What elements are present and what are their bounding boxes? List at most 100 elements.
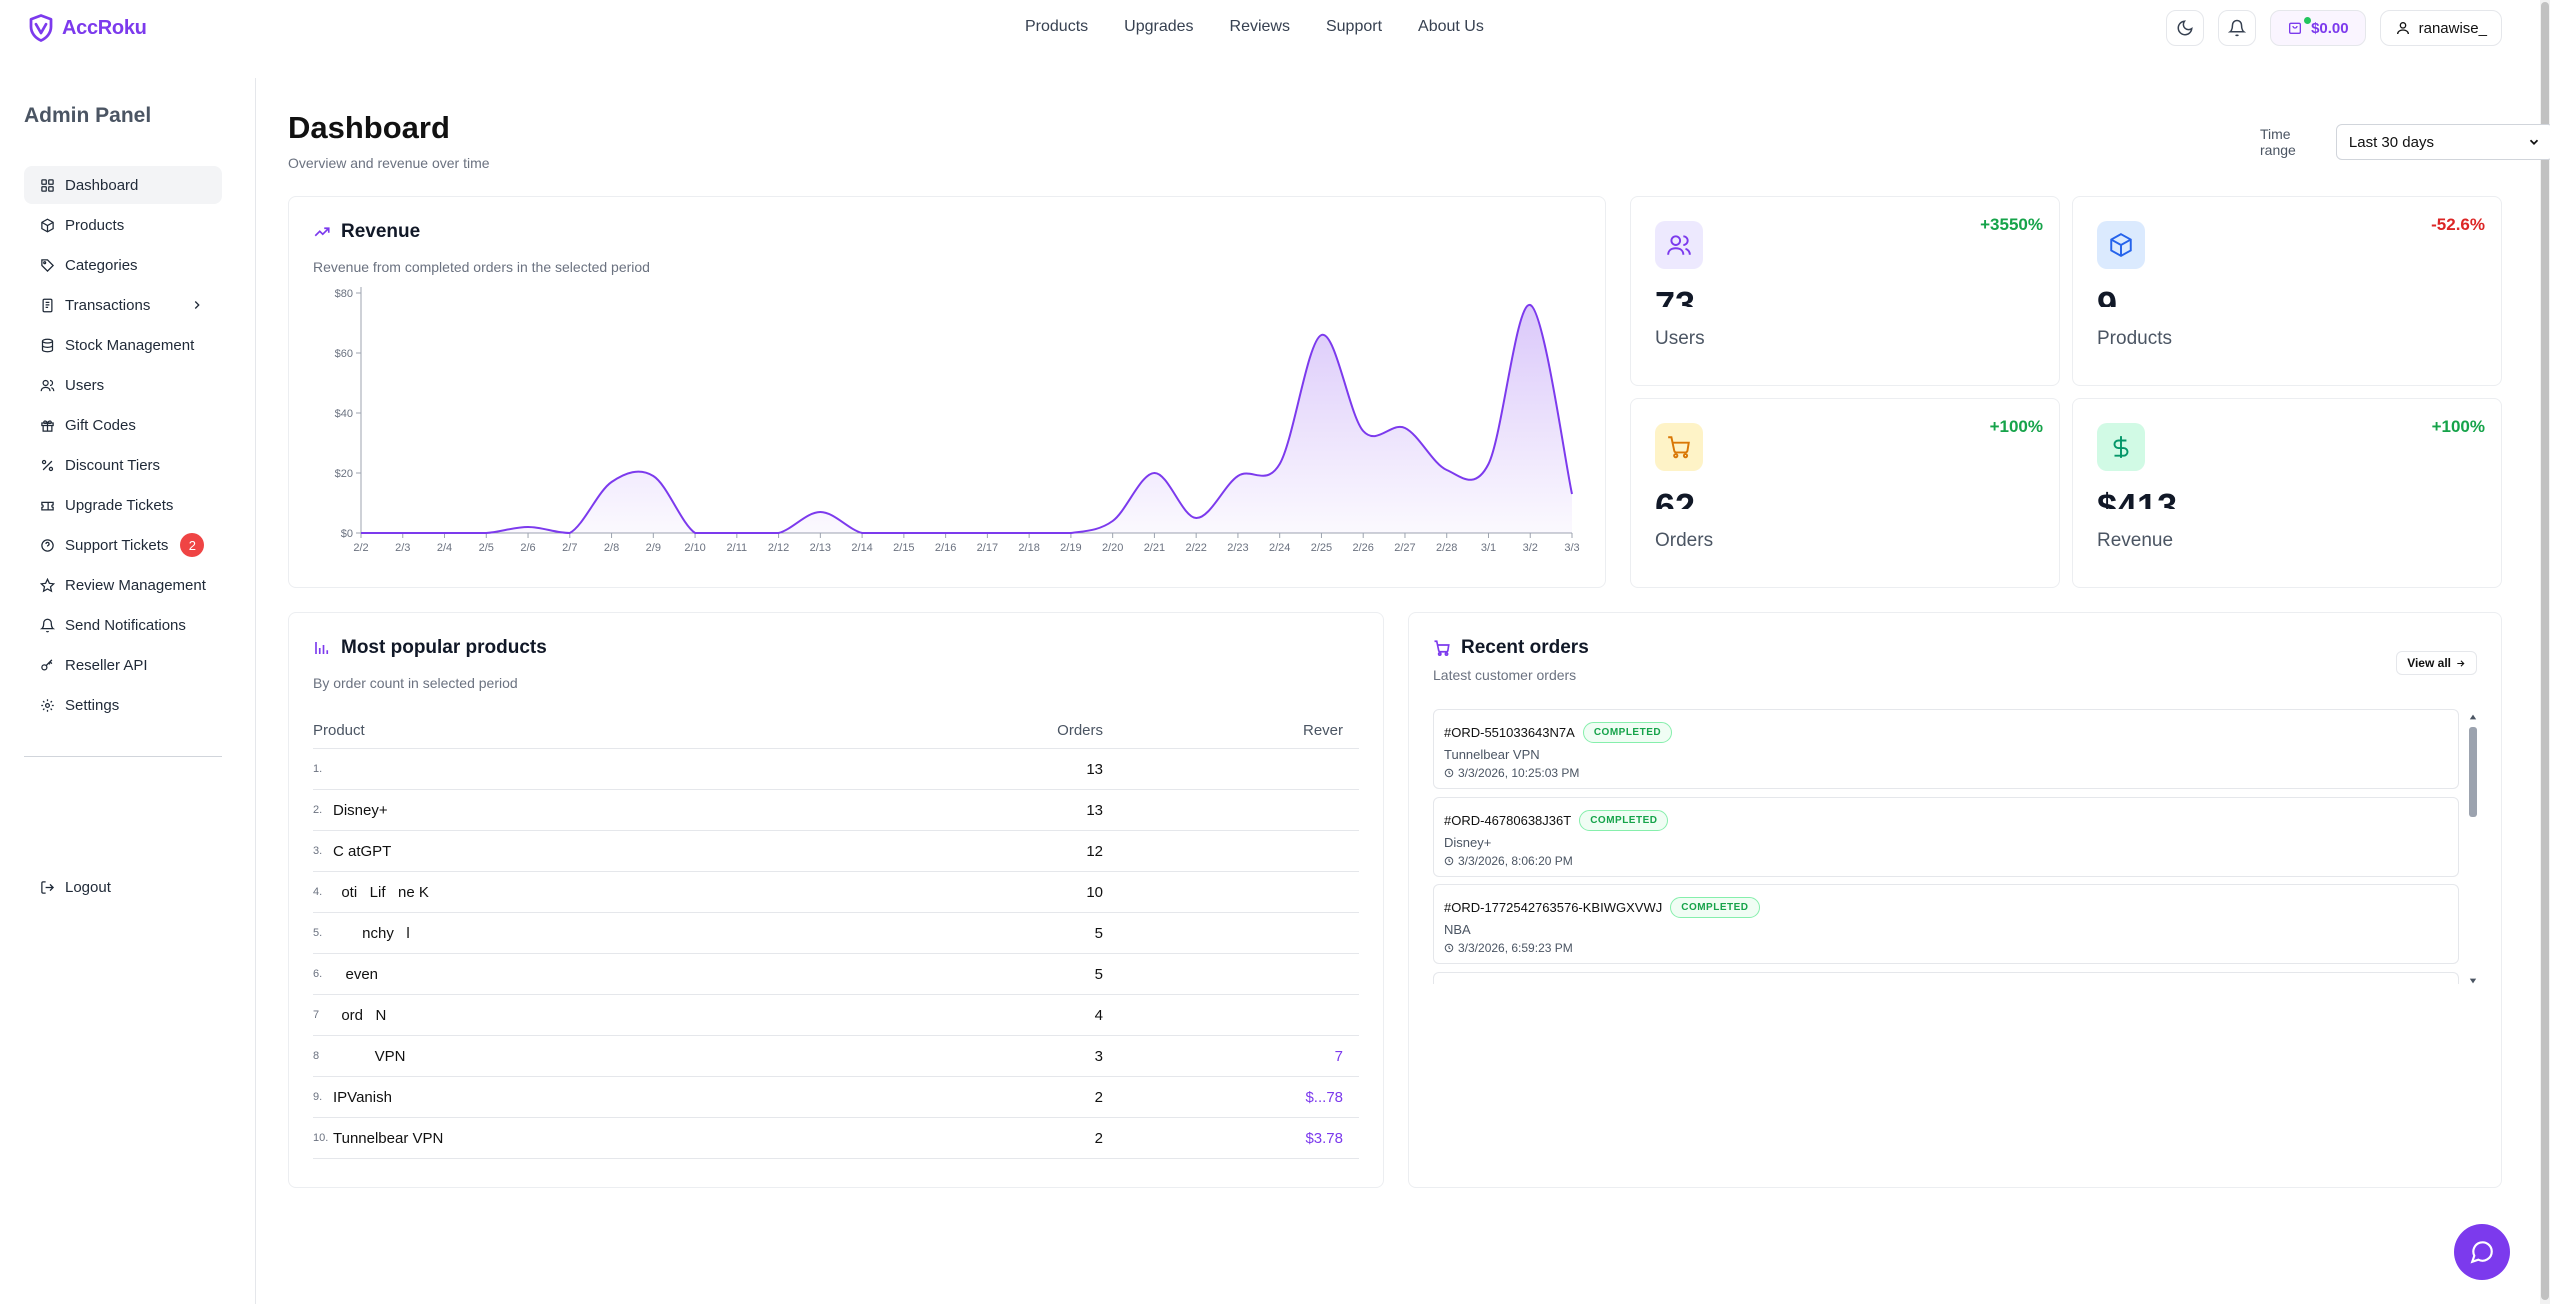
- order-item-partial[interactable]: [1433, 972, 2459, 984]
- x-tick-label: 2/26: [1352, 542, 1373, 554]
- view-all-button[interactable]: View all: [2396, 651, 2477, 675]
- chevron-down-icon: [2529, 139, 2538, 145]
- order-item[interactable]: #ORD-551033643N7A COMPLETED Tunnelbear VP…: [1433, 709, 2459, 789]
- popular-products-card: Most popular products By order count in …: [288, 612, 1384, 1188]
- sidebar-item-label: Discount Tiers: [65, 456, 161, 474]
- y-tick-label: $80: [335, 288, 353, 300]
- popular-title-text: Most popular products: [341, 637, 547, 658]
- orders-value: 62: [1655, 486, 1696, 509]
- sidebar-item-users[interactable]: Users: [24, 366, 222, 404]
- x-tick-label: 2/5: [479, 542, 494, 554]
- x-tick-label: 2/3: [395, 542, 410, 554]
- product-cell: 4. oti Lif ne K: [313, 884, 903, 901]
- product-name: IPVanish: [333, 1088, 392, 1106]
- brand-logo[interactable]: AccRoku: [26, 13, 147, 43]
- support-tickets-count-badge: 2: [180, 533, 205, 557]
- sidebar-item-reseller-api[interactable]: Reseller API: [24, 646, 222, 684]
- sidebar-item-discount-tiers[interactable]: Discount Tiers: [24, 446, 222, 484]
- x-tick-label: 2/23: [1227, 542, 1248, 554]
- status-badge: COMPLETED: [1579, 810, 1669, 831]
- order-id: #ORD-551033643N7A: [1444, 725, 1575, 740]
- cart-icon: [1668, 436, 1690, 459]
- logout-section: Logout: [24, 868, 222, 908]
- sidebar-item-gift-codes[interactable]: Gift Codes: [24, 406, 222, 444]
- sidebar-item-review-management[interactable]: Review Management: [24, 566, 222, 604]
- sidebar-item-settings[interactable]: Settings: [24, 686, 222, 724]
- order-item[interactable]: #ORD-46780638J36T COMPLETED Disney+ 3/3/2…: [1433, 797, 2459, 877]
- product-name: VPN: [333, 1047, 406, 1065]
- x-tick-label: 3/3: [1564, 542, 1579, 554]
- main-nav: Products Upgrades Reviews Support About …: [1025, 18, 1520, 36]
- nav-reviews[interactable]: Reviews: [1230, 18, 1290, 36]
- user-name: ranawise_: [2418, 19, 2487, 37]
- nav-products[interactable]: Products: [1025, 18, 1088, 36]
- x-tick-label: 2/17: [977, 542, 998, 554]
- theme-toggle-button[interactable]: [2166, 10, 2205, 46]
- page-scrollbar[interactable]: [2540, 0, 2550, 1304]
- x-tick-label: 2/19: [1060, 542, 1081, 554]
- sidebar-item-upgrade-tickets[interactable]: Upgrade Tickets: [24, 486, 222, 524]
- order-id-row: #ORD-551033643N7A COMPLETED: [1444, 722, 1673, 743]
- user-menu-button[interactable]: ranawise_: [2379, 10, 2502, 46]
- table-row: 5. nchy l 5: [313, 913, 1359, 954]
- x-tick-label: 2/10: [684, 542, 705, 554]
- popular-products-subtitle: By order count in selected period: [313, 675, 518, 691]
- rank: 3.: [313, 845, 323, 857]
- product-cell: 9. IPVanish: [313, 1089, 903, 1106]
- percent-icon: [41, 459, 54, 471]
- time-range-value: Last 30 days: [2348, 133, 2434, 151]
- page-title: Dashboard: [288, 110, 450, 145]
- product-name: Tunnelbear VPN: [333, 1129, 444, 1147]
- sidebar-item-support-tickets[interactable]: Support Tickets 2: [24, 526, 222, 564]
- chat-support-button[interactable]: [2454, 1224, 2510, 1280]
- database-icon: [41, 338, 54, 352]
- x-tick-label: 2/9: [646, 542, 661, 554]
- scroll-down-arrow-icon[interactable]: [2469, 977, 2477, 985]
- order-time: 3/3/2026, 10:25:03 PM: [1458, 766, 1580, 780]
- product-cell: 8 VPN: [313, 1048, 903, 1065]
- orders-scroll-thumb[interactable]: [2469, 727, 2477, 817]
- x-tick-label: 3/1: [1481, 542, 1496, 554]
- orders-cell: 5: [1094, 965, 1103, 983]
- sidebar-item-dashboard[interactable]: Dashboard: [24, 166, 222, 204]
- table-row: 10. Tunnelbear VPN 2 $3.78: [313, 1118, 1359, 1159]
- rank: 7: [313, 1009, 320, 1021]
- tag-icon: [41, 258, 55, 272]
- bar-chart-icon: [315, 642, 329, 654]
- order-id: #ORD-1772542763576-KBIWGXVWJ: [1444, 900, 1663, 915]
- nav-about-us[interactable]: About Us: [1418, 18, 1484, 36]
- orders-list-scrollbar[interactable]: [2469, 713, 2477, 985]
- sidebar-item-label: Stock Management: [65, 336, 195, 354]
- sidebar-item-products[interactable]: Products: [24, 206, 222, 244]
- order-item[interactable]: #ORD-1772542763576-KBIWGXVWJ COMPLETED NB…: [1433, 884, 2459, 964]
- order-time-row: 3/3/2026, 10:25:03 PM: [1444, 766, 1579, 780]
- sidebar-item-stock-management[interactable]: Stock Management: [24, 326, 222, 364]
- logout-button[interactable]: Logout: [24, 868, 222, 906]
- revenue-icon-box: [2097, 423, 2145, 471]
- x-tick-label: 2/14: [851, 542, 872, 554]
- grid-icon: [41, 178, 54, 192]
- notifications-button[interactable]: [2218, 10, 2257, 46]
- nav-upgrades[interactable]: Upgrades: [1124, 18, 1193, 36]
- scroll-up-arrow-icon[interactable]: [2469, 713, 2477, 721]
- gift-icon: [41, 419, 54, 432]
- sidebar-item-categories[interactable]: Categories: [24, 246, 222, 284]
- cart-button[interactable]: $0.00: [2270, 10, 2366, 46]
- stat-card-products: -52.6% 9 Products: [2072, 196, 2502, 386]
- nav-support[interactable]: Support: [1326, 18, 1382, 36]
- product-cell: 2. Disney+: [313, 802, 903, 819]
- order-time: 3/3/2026, 8:06:20 PM: [1458, 854, 1573, 868]
- view-all-label: View all: [2407, 656, 2451, 670]
- sidebar-item-label: Reseller API: [65, 656, 148, 674]
- sidebar-item-transactions[interactable]: Transactions: [24, 286, 222, 324]
- scrollbar-thumb[interactable]: [2541, 2, 2549, 1300]
- x-tick-label: 2/27: [1394, 542, 1415, 554]
- status-badge: COMPLETED: [1582, 722, 1673, 743]
- sidebar-item-send-notifications[interactable]: Send Notifications: [24, 606, 222, 644]
- clock-icon: [1444, 943, 1454, 953]
- product-name: oti Lif ne K: [333, 883, 429, 901]
- product-name: Disney+: [333, 801, 388, 819]
- time-range-select[interactable]: Last 30 days: [2335, 124, 2550, 160]
- product-cell: 10. Tunnelbear VPN: [313, 1130, 903, 1147]
- table-row: 1. 13: [313, 749, 1359, 790]
